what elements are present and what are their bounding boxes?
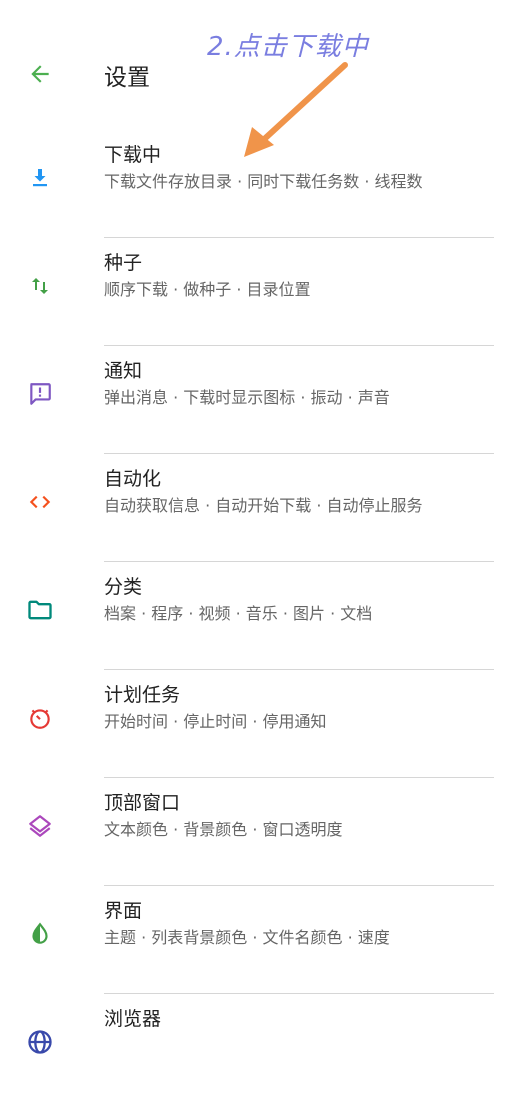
item-summary: 顺序下载 · 做种子 · 目录位置 xyxy=(104,280,311,299)
settings-item-interface[interactable]: 界面 主题 · 列表背景颜色 · 文件名颜色 · 速度 xyxy=(0,886,517,994)
settings-item-category[interactable]: 分类 档案 · 程序 · 视频 · 音乐 · 图片 · 文档 xyxy=(0,562,517,670)
code-icon xyxy=(22,484,58,520)
back-button[interactable] xyxy=(22,56,58,92)
item-label: 自动化 xyxy=(104,468,162,490)
folder-icon xyxy=(22,592,58,628)
item-summary: 自动获取信息 · 自动开始下载 · 自动停止服务 xyxy=(104,496,423,515)
item-summary: 下载文件存放目录 · 同时下载任务数 · 线程数 xyxy=(104,172,423,191)
item-label: 计划任务 xyxy=(104,684,181,706)
item-label: 浏览器 xyxy=(104,1008,162,1030)
settings-item-schedule[interactable]: 计划任务 开始时间 · 停止时间 · 停用通知 xyxy=(0,670,517,778)
settings-item-downloading[interactable]: 下载中 下载文件存放目录 · 同时下载任务数 · 线程数 xyxy=(0,130,517,238)
settings-list: 下载中 下载文件存放目录 · 同时下载任务数 · 线程数 种子 顺序下载 · 做… xyxy=(0,130,517,1102)
item-summary: 文本颜色 · 背景颜色 · 窗口透明度 xyxy=(104,820,343,839)
item-label: 种子 xyxy=(104,252,143,274)
notification-icon xyxy=(22,376,58,412)
item-label: 界面 xyxy=(104,900,143,922)
item-label: 分类 xyxy=(104,576,143,598)
item-summary: 弹出消息 · 下载时显示图标 · 振动 · 声音 xyxy=(104,388,390,407)
settings-item-torrent[interactable]: 种子 顺序下载 · 做种子 · 目录位置 xyxy=(0,238,517,346)
sort-arrows-icon xyxy=(22,268,58,304)
timer-icon xyxy=(22,700,58,736)
item-label: 下载中 xyxy=(104,144,162,166)
item-label: 顶部窗口 xyxy=(104,792,181,814)
item-summary: 档案 · 程序 · 视频 · 音乐 · 图片 · 文档 xyxy=(104,604,373,623)
settings-item-browser[interactable]: 浏览器 xyxy=(0,994,517,1102)
layers-icon xyxy=(22,808,58,844)
settings-item-notification[interactable]: 通知 弹出消息 · 下载时显示图标 · 振动 · 声音 xyxy=(0,346,517,454)
contrast-icon xyxy=(22,916,58,952)
item-label: 通知 xyxy=(104,360,143,382)
download-icon xyxy=(22,160,58,196)
settings-item-automation[interactable]: 自动化 自动获取信息 · 自动开始下载 · 自动停止服务 xyxy=(0,454,517,562)
arrow-back-icon xyxy=(31,65,49,83)
globe-icon xyxy=(22,1024,58,1060)
item-summary: 主题 · 列表背景颜色 · 文件名颜色 · 速度 xyxy=(104,928,390,947)
page-title: 设置 xyxy=(104,65,150,91)
item-summary: 开始时间 · 停止时间 · 停用通知 xyxy=(104,712,327,731)
app-header: 设置 2.点击下载中 xyxy=(0,0,517,157)
settings-item-floating-window[interactable]: 顶部窗口 文本颜色 · 背景颜色 · 窗口透明度 xyxy=(0,778,517,886)
